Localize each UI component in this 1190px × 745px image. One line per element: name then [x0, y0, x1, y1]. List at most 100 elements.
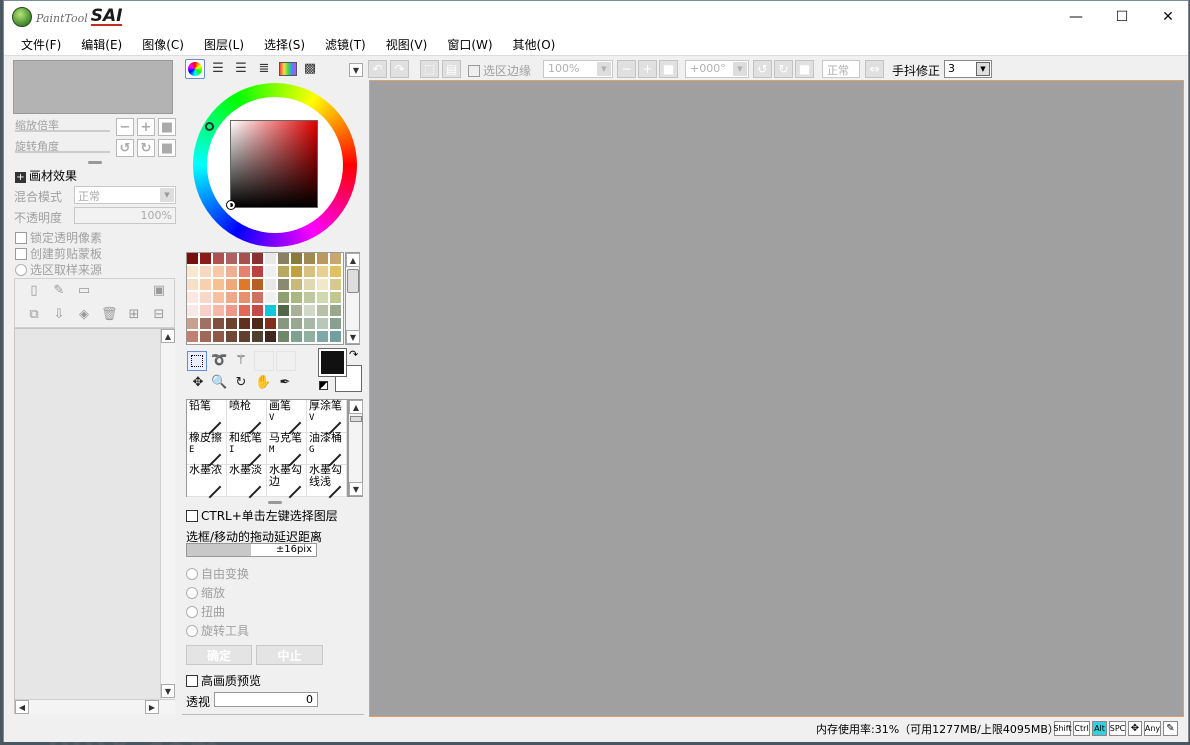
brush-tool-slot[interactable]: 油漆桶 G	[307, 432, 347, 467]
scroll-right-arrow[interactable]: ▶	[145, 700, 159, 714]
color-swatch[interactable]	[226, 318, 238, 330]
alt-key-indicator[interactable]: Alt	[1092, 721, 1107, 736]
color-swatch[interactable]	[187, 331, 199, 343]
drag-delay-slider[interactable]: ±16pix	[186, 543, 317, 557]
color-swatch[interactable]	[304, 279, 316, 291]
magic-wand-tool-icon[interactable]: ⚚	[233, 353, 249, 369]
layer-list[interactable]: ▲ ▼ ◀ ▶	[14, 328, 175, 714]
rotate-ccw-button[interactable]: ↺	[753, 60, 772, 78]
color-swatch[interactable]	[239, 331, 251, 343]
zoom-select[interactable]: 100% ▼	[543, 60, 613, 78]
rotate-tool-radio[interactable]: 旋转工具	[186, 622, 249, 639]
scale-radio[interactable]: 缩放	[186, 584, 225, 601]
color-swatch[interactable]	[291, 279, 303, 291]
maximize-button[interactable]: ☐	[1099, 1, 1145, 32]
move-tool-icon[interactable]: ✥	[190, 375, 206, 391]
color-swatch[interactable]	[226, 292, 238, 304]
navigator-preview[interactable]	[13, 60, 173, 114]
color-swatch[interactable]	[265, 279, 277, 291]
color-swatch[interactable]	[226, 305, 238, 317]
cancel-button[interactable]: 中止	[256, 645, 323, 665]
brush-tool-slot[interactable]: 水墨勾线浅	[307, 464, 347, 499]
color-swatch[interactable]	[291, 292, 303, 304]
brush-tool-slot[interactable]: 水墨淡	[227, 464, 267, 499]
menu-filter[interactable]: 滤镜(T)	[325, 32, 366, 55]
flip-horizontal-button[interactable]: ⇔	[865, 60, 884, 78]
zoom-out-toolbar-button[interactable]: −	[617, 60, 636, 78]
color-swatch[interactable]	[187, 266, 199, 278]
menu-view[interactable]: 视图(V)	[386, 32, 428, 55]
color-swatch[interactable]	[200, 253, 212, 265]
color-swatch[interactable]	[187, 279, 199, 291]
color-swatch[interactable]	[187, 292, 199, 304]
ok-button[interactable]: 确定	[186, 645, 252, 665]
brush-grid-scrollbar[interactable]: ▲ ▼	[348, 399, 363, 497]
color-swatch[interactable]	[265, 318, 277, 330]
brush-tool-slot[interactable]: 喷枪	[227, 400, 267, 435]
color-swatch[interactable]	[291, 331, 303, 343]
new-linework-layer-icon[interactable]: ✎	[51, 283, 67, 299]
brush-tool-slot[interactable]: 厚涂笔 V	[307, 400, 347, 435]
color-swatch[interactable]	[252, 266, 264, 278]
color-swatch[interactable]	[200, 279, 212, 291]
hand-tool-icon[interactable]: ✋	[255, 375, 271, 391]
color-swatch[interactable]	[200, 305, 212, 317]
color-swatch[interactable]	[239, 292, 251, 304]
color-swatch[interactable]	[304, 331, 316, 343]
selection-source-radio[interactable]: 选区取样来源	[15, 261, 102, 278]
sv-picker-handle[interactable]	[226, 200, 236, 210]
color-swatch[interactable]	[226, 331, 238, 343]
color-swatch[interactable]	[304, 253, 316, 265]
color-swatch[interactable]	[187, 253, 199, 265]
rotate-left-button[interactable]: ↺	[116, 139, 134, 157]
color-swatch[interactable]	[265, 253, 277, 265]
color-swatch[interactable]	[304, 305, 316, 317]
color-swatch[interactable]	[265, 331, 277, 343]
color-swatch[interactable]	[291, 318, 303, 330]
color-swatch[interactable]	[278, 279, 290, 291]
zoom-reset-toolbar-button[interactable]: ■	[659, 60, 678, 78]
color-swatch[interactable]	[278, 318, 290, 330]
color-swatch[interactable]	[317, 331, 329, 343]
layer-settings-icon[interactable]: ▣	[151, 283, 167, 299]
reset-colors-icon[interactable]	[319, 381, 328, 390]
color-swatch[interactable]	[200, 331, 212, 343]
color-swatch[interactable]	[291, 305, 303, 317]
lasso-tool-icon[interactable]: ➰	[211, 353, 227, 369]
color-swatch[interactable]	[239, 253, 251, 265]
paper-effect-toggle[interactable]: + 画材效果	[15, 167, 77, 184]
color-swatch[interactable]	[213, 318, 225, 330]
color-swatch[interactable]	[213, 331, 225, 343]
scroll-down-arrow[interactable]: ▼	[161, 684, 175, 698]
color-swatch[interactable]	[213, 292, 225, 304]
color-swatch[interactable]	[330, 305, 342, 317]
minimize-button[interactable]: —	[1053, 1, 1099, 32]
color-swatch[interactable]	[317, 266, 329, 278]
color-swatch[interactable]	[330, 331, 342, 343]
any-key-indicator[interactable]: Any	[1144, 721, 1161, 736]
color-swatch[interactable]	[330, 253, 342, 265]
color-swatch[interactable]	[304, 318, 316, 330]
scroll-thumb[interactable]	[350, 416, 362, 422]
flatten-icon[interactable]: ⊟	[151, 307, 167, 323]
hq-preview-checkbox[interactable]: 高画质预览	[186, 672, 261, 689]
layer-list-hscrollbar[interactable]: ◀ ▶	[15, 699, 175, 714]
clipping-mask-checkbox[interactable]: 创建剪贴蒙板	[15, 245, 102, 262]
color-swatch[interactable]	[330, 279, 342, 291]
zoom-reset-button[interactable]: ■	[158, 118, 176, 136]
brush-tool-slot[interactable]: 橡皮擦 E	[187, 432, 227, 467]
color-swatch[interactable]	[252, 292, 264, 304]
color-swatch[interactable]	[226, 279, 238, 291]
brush-tool-slot[interactable]: 马克笔 M	[267, 432, 307, 467]
layer-list-scrollbar[interactable]: ▲ ▼	[160, 329, 175, 699]
menu-file[interactable]: 文件(F)	[21, 32, 61, 55]
scroll-left-arrow[interactable]: ◀	[15, 700, 29, 714]
new-layer-icon[interactable]: ▯	[26, 283, 42, 299]
color-swatch[interactable]	[304, 266, 316, 278]
menu-window[interactable]: 窗口(W)	[447, 32, 492, 55]
close-button[interactable]: ✕	[1145, 1, 1190, 32]
color-swatch[interactable]	[239, 305, 251, 317]
shift-key-indicator[interactable]: Shift	[1053, 721, 1072, 736]
brush-tool-slot[interactable]: 和纸笔 I	[227, 432, 267, 467]
delete-layer-icon[interactable]: 🗑	[101, 307, 118, 323]
